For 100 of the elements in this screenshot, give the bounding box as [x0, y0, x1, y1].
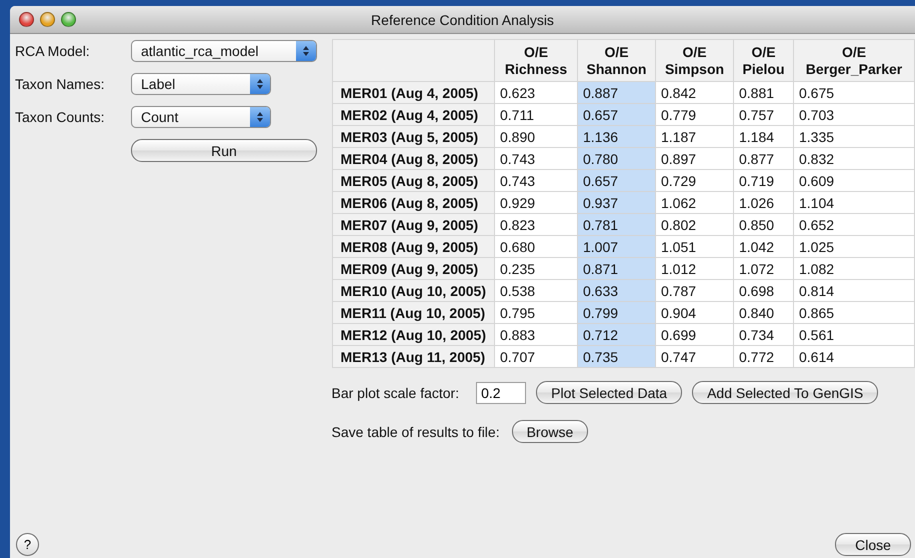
table-cell[interactable]: 1.187: [656, 126, 734, 148]
table-cell[interactable]: 0.609: [794, 170, 914, 192]
table-cell[interactable]: 1.025: [794, 236, 914, 258]
stepper-arrows-icon: [256, 78, 264, 90]
table-cell[interactable]: 0.871: [578, 258, 656, 280]
table-cell[interactable]: 0.929: [494, 192, 578, 214]
table-cell[interactable]: 0.877: [734, 148, 794, 170]
field-label: RCA Model:: [15, 43, 91, 59]
row-header: MER01 (Aug 4, 2005): [332, 82, 494, 104]
table-cell[interactable]: 0.799: [578, 302, 656, 324]
table-cell[interactable]: 0.707: [494, 346, 578, 368]
help-button[interactable]: ?: [16, 533, 39, 556]
table-cell[interactable]: 0.840: [734, 302, 794, 324]
table-cell[interactable]: 0.712: [578, 324, 656, 346]
table-cell[interactable]: 1.136: [578, 126, 656, 148]
table-cell[interactable]: 0.561: [794, 324, 914, 346]
plot-button[interactable]: Plot Selected Data: [536, 381, 682, 404]
window-title: Reference Condition Analysis: [371, 12, 554, 28]
row-header: MER03 (Aug 5, 2005): [332, 126, 494, 148]
add-button[interactable]: Add Selected To GenGIS: [692, 381, 878, 404]
table-cell[interactable]: 0.698: [734, 280, 794, 302]
table-cell[interactable]: 0.881: [734, 82, 794, 104]
dropdown[interactable]: atlantic_rca_model: [131, 40, 317, 62]
table-cell[interactable]: 0.757: [734, 104, 794, 126]
row-header: MER06 (Aug 8, 2005): [332, 192, 494, 214]
table-cell[interactable]: 1.026: [734, 192, 794, 214]
table-cell[interactable]: 0.735: [578, 346, 656, 368]
table-cell[interactable]: 0.538: [494, 280, 578, 302]
table-cell[interactable]: 0.779: [656, 104, 734, 126]
table-cell[interactable]: 0.883: [494, 324, 578, 346]
column-header[interactable]: O/E Simpson: [656, 40, 734, 82]
row-header: MER10 (Aug 10, 2005): [332, 280, 494, 302]
table-cell[interactable]: 1.104: [794, 192, 914, 214]
column-header[interactable]: O/E Berger_Parker: [794, 40, 914, 82]
table-cell[interactable]: 0.235: [494, 258, 578, 280]
table-cell[interactable]: 0.842: [656, 82, 734, 104]
table-cell[interactable]: 0.657: [578, 170, 656, 192]
row-header: MER04 (Aug 8, 2005): [332, 148, 494, 170]
table-cell[interactable]: 0.734: [734, 324, 794, 346]
table-cell[interactable]: 0.887: [578, 82, 656, 104]
row-header: MER12 (Aug 10, 2005): [332, 324, 494, 346]
table-cell[interactable]: 0.897: [656, 148, 734, 170]
table-cell[interactable]: 0.743: [494, 170, 578, 192]
table-cell[interactable]: 0.787: [656, 280, 734, 302]
table-cell[interactable]: 1.062: [656, 192, 734, 214]
scale-factor-field[interactable]: 0.2: [476, 382, 526, 404]
table-cell[interactable]: 0.633: [578, 280, 656, 302]
table-cell[interactable]: 1.051: [656, 236, 734, 258]
row-header: MER08 (Aug 9, 2005): [332, 236, 494, 258]
table-cell[interactable]: 0.614: [794, 346, 914, 368]
column-header[interactable]: O/E Shannon: [578, 40, 656, 82]
table-cell[interactable]: 1.042: [734, 236, 794, 258]
table-cell[interactable]: 0.795: [494, 302, 578, 324]
table-cell[interactable]: 0.937: [578, 192, 656, 214]
field-label: Taxon Names:: [15, 76, 106, 92]
row-header: MER09 (Aug 9, 2005): [332, 258, 494, 280]
table-cell[interactable]: 0.832: [794, 148, 914, 170]
table-cell[interactable]: 1.335: [794, 126, 914, 148]
close-button[interactable]: Close: [835, 533, 911, 556]
table-cell[interactable]: 0.729: [656, 170, 734, 192]
field-label: Bar plot scale factor:: [332, 384, 460, 400]
table-cell[interactable]: 0.675: [794, 82, 914, 104]
row-header: MER02 (Aug 4, 2005): [332, 104, 494, 126]
table-cell[interactable]: 1.012: [656, 258, 734, 280]
table-cell[interactable]: 1.072: [734, 258, 794, 280]
table-cell[interactable]: 0.814: [794, 280, 914, 302]
column-header[interactable]: O/E Richness: [494, 40, 578, 82]
table-cell[interactable]: 1.082: [794, 258, 914, 280]
stepper-arrows-icon: [256, 111, 264, 123]
browse-button[interactable]: Browse: [512, 420, 588, 443]
table-cell[interactable]: 0.719: [734, 170, 794, 192]
dropdown[interactable]: Count: [131, 106, 271, 128]
zoom-icon[interactable]: [61, 12, 76, 27]
dropdown[interactable]: Label: [131, 73, 271, 95]
table-cell[interactable]: 0.747: [656, 346, 734, 368]
column-header[interactable]: O/E Pielou: [734, 40, 794, 82]
table-cell[interactable]: 0.890: [494, 126, 578, 148]
row-header: MER07 (Aug 9, 2005): [332, 214, 494, 236]
table-cell[interactable]: 0.865: [794, 302, 914, 324]
table-cell[interactable]: 0.657: [578, 104, 656, 126]
table-cell[interactable]: 0.711: [494, 104, 578, 126]
table-cell[interactable]: 0.703: [794, 104, 914, 126]
table-cell[interactable]: 0.781: [578, 214, 656, 236]
table-cell[interactable]: 0.850: [734, 214, 794, 236]
table-cell[interactable]: 0.772: [734, 346, 794, 368]
table-cell[interactable]: 0.780: [578, 148, 656, 170]
table-cell[interactable]: 0.802: [656, 214, 734, 236]
table-cell[interactable]: 0.904: [656, 302, 734, 324]
close-icon[interactable]: [19, 12, 34, 27]
table-cell[interactable]: 1.007: [578, 236, 656, 258]
table-cell[interactable]: 0.623: [494, 82, 578, 104]
table-cell[interactable]: 0.652: [794, 214, 914, 236]
minimize-icon[interactable]: [40, 12, 55, 27]
table-cell[interactable]: 0.699: [656, 324, 734, 346]
run-button[interactable]: Run: [131, 139, 317, 162]
table-cell[interactable]: 0.823: [494, 214, 578, 236]
table-cell[interactable]: 0.743: [494, 148, 578, 170]
table-cell[interactable]: 1.184: [734, 126, 794, 148]
table-cell[interactable]: 0.680: [494, 236, 578, 258]
stepper-arrows-icon: [302, 45, 310, 57]
